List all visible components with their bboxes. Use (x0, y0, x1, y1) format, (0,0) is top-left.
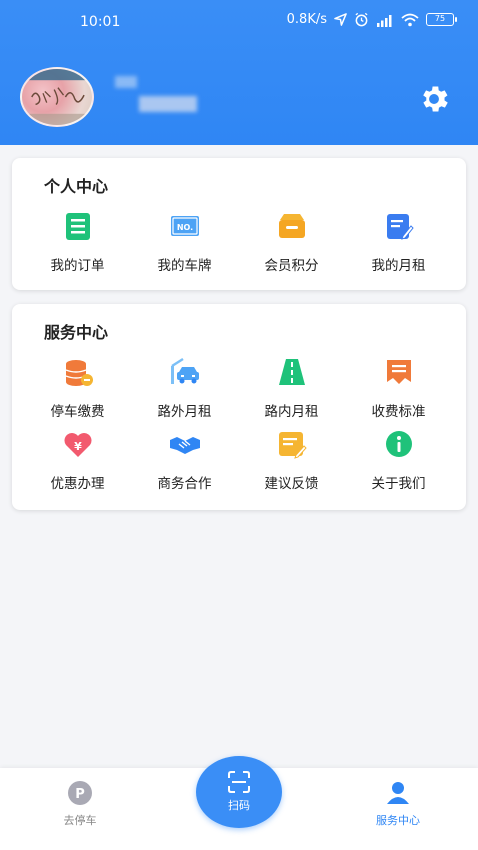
my-orders-label: 我的订单 (50, 258, 105, 274)
nav-go-parking-label: 去停车 (63, 814, 97, 827)
discount-item[interactable]: ¥ 优惠办理 (24, 424, 131, 496)
parking-payment-item[interactable]: 停车缴费 (24, 352, 131, 424)
personal-center-grid: 我的订单 NO. 我的车牌 会员积分 我的月租 (24, 206, 452, 278)
info-icon (385, 431, 412, 457)
svg-text:P: P (75, 787, 85, 802)
wifi-icon (401, 13, 419, 26)
handshake-icon (169, 437, 200, 454)
profile-header: 10:01 0.8K/s 75 (0, 0, 478, 145)
service-center-title: 服务中心 (44, 323, 109, 342)
scan-button[interactable]: 扫码 (196, 756, 282, 828)
member-points-item[interactable]: 会员积分 (238, 206, 345, 278)
fee-standard-label: 收费标准 (371, 404, 426, 420)
service-center-grid: 停车缴费 路外月租 路内月租 收费标准 ¥ 优惠办理 商务合作 建议反馈 关于我… (24, 352, 452, 496)
nav-go-parking[interactable]: P 去停车 (20, 780, 140, 828)
coin-stack-icon (65, 360, 93, 386)
heart-yuan-icon: ¥ (64, 433, 91, 457)
nav-service-center[interactable]: 服务中心 (338, 780, 458, 828)
discount-label: 优惠办理 (50, 476, 105, 492)
user-icon (387, 782, 409, 804)
onroad-monthly-item[interactable]: 路内月租 (238, 352, 345, 424)
road-icon (278, 359, 305, 385)
edit-doc-icon (386, 214, 414, 240)
scan-icon (228, 771, 250, 793)
username-redacted (115, 76, 199, 112)
license-plate-icon: NO. (170, 216, 199, 236)
offroad-monthly-label: 路外月租 (157, 404, 212, 420)
alarm-icon (355, 12, 368, 27)
about-us-label: 关于我们 (371, 476, 426, 492)
feedback-icon (278, 432, 307, 459)
scan-label: 扫码 (228, 799, 250, 812)
wallet-icon (278, 214, 305, 238)
parking-car-icon (170, 357, 199, 384)
member-points-label: 会员积分 (264, 258, 319, 274)
parking-payment-label: 停车缴费 (50, 404, 105, 420)
parking-icon: P (68, 781, 92, 805)
personal-center-title: 个人中心 (44, 177, 109, 196)
user-avatar[interactable] (20, 67, 94, 127)
my-orders-item[interactable]: 我的订单 (24, 206, 131, 278)
avatar-image (22, 69, 92, 125)
my-monthly-rent-item[interactable]: 我的月租 (345, 206, 452, 278)
fee-standard-item[interactable]: 收费标准 (345, 352, 452, 424)
personal-center-card: 个人中心 我的订单 NO. 我的车牌 会员积分 我的月租 (12, 158, 466, 290)
order-icon (65, 213, 90, 240)
offroad-monthly-item[interactable]: 路外月租 (131, 352, 238, 424)
status-bar: 10:01 0.8K/s 75 (0, 0, 478, 44)
gear-icon (423, 86, 448, 112)
svg-text:¥: ¥ (74, 440, 82, 453)
nav-service-center-label: 服务中心 (376, 814, 420, 827)
business-coop-item[interactable]: 商务合作 (131, 424, 238, 496)
feedback-item[interactable]: 建议反馈 (238, 424, 345, 496)
feedback-label: 建议反馈 (264, 476, 319, 492)
business-coop-label: 商务合作 (157, 476, 212, 492)
battery-indicator: 75 (426, 13, 457, 26)
settings-button[interactable] (415, 80, 453, 118)
status-indicators: 0.8K/s 75 (286, 12, 457, 27)
pricing-doc-icon (386, 360, 411, 384)
my-monthly-rent-label: 我的月租 (371, 258, 426, 274)
status-time: 10:01 (80, 14, 121, 30)
signal-icon (377, 14, 392, 27)
location-icon (334, 13, 347, 26)
network-speed: 0.8K/s (286, 12, 327, 27)
svg-text:NO.: NO. (176, 223, 192, 232)
onroad-monthly-label: 路内月租 (264, 404, 319, 420)
my-plates-label: 我的车牌 (157, 258, 212, 274)
about-us-item[interactable]: 关于我们 (345, 424, 452, 496)
my-plates-item[interactable]: NO. 我的车牌 (131, 206, 238, 278)
service-center-card: 服务中心 停车缴费 路外月租 路内月租 收费标准 ¥ 优惠办理 商务合作 建议反… (12, 304, 466, 510)
